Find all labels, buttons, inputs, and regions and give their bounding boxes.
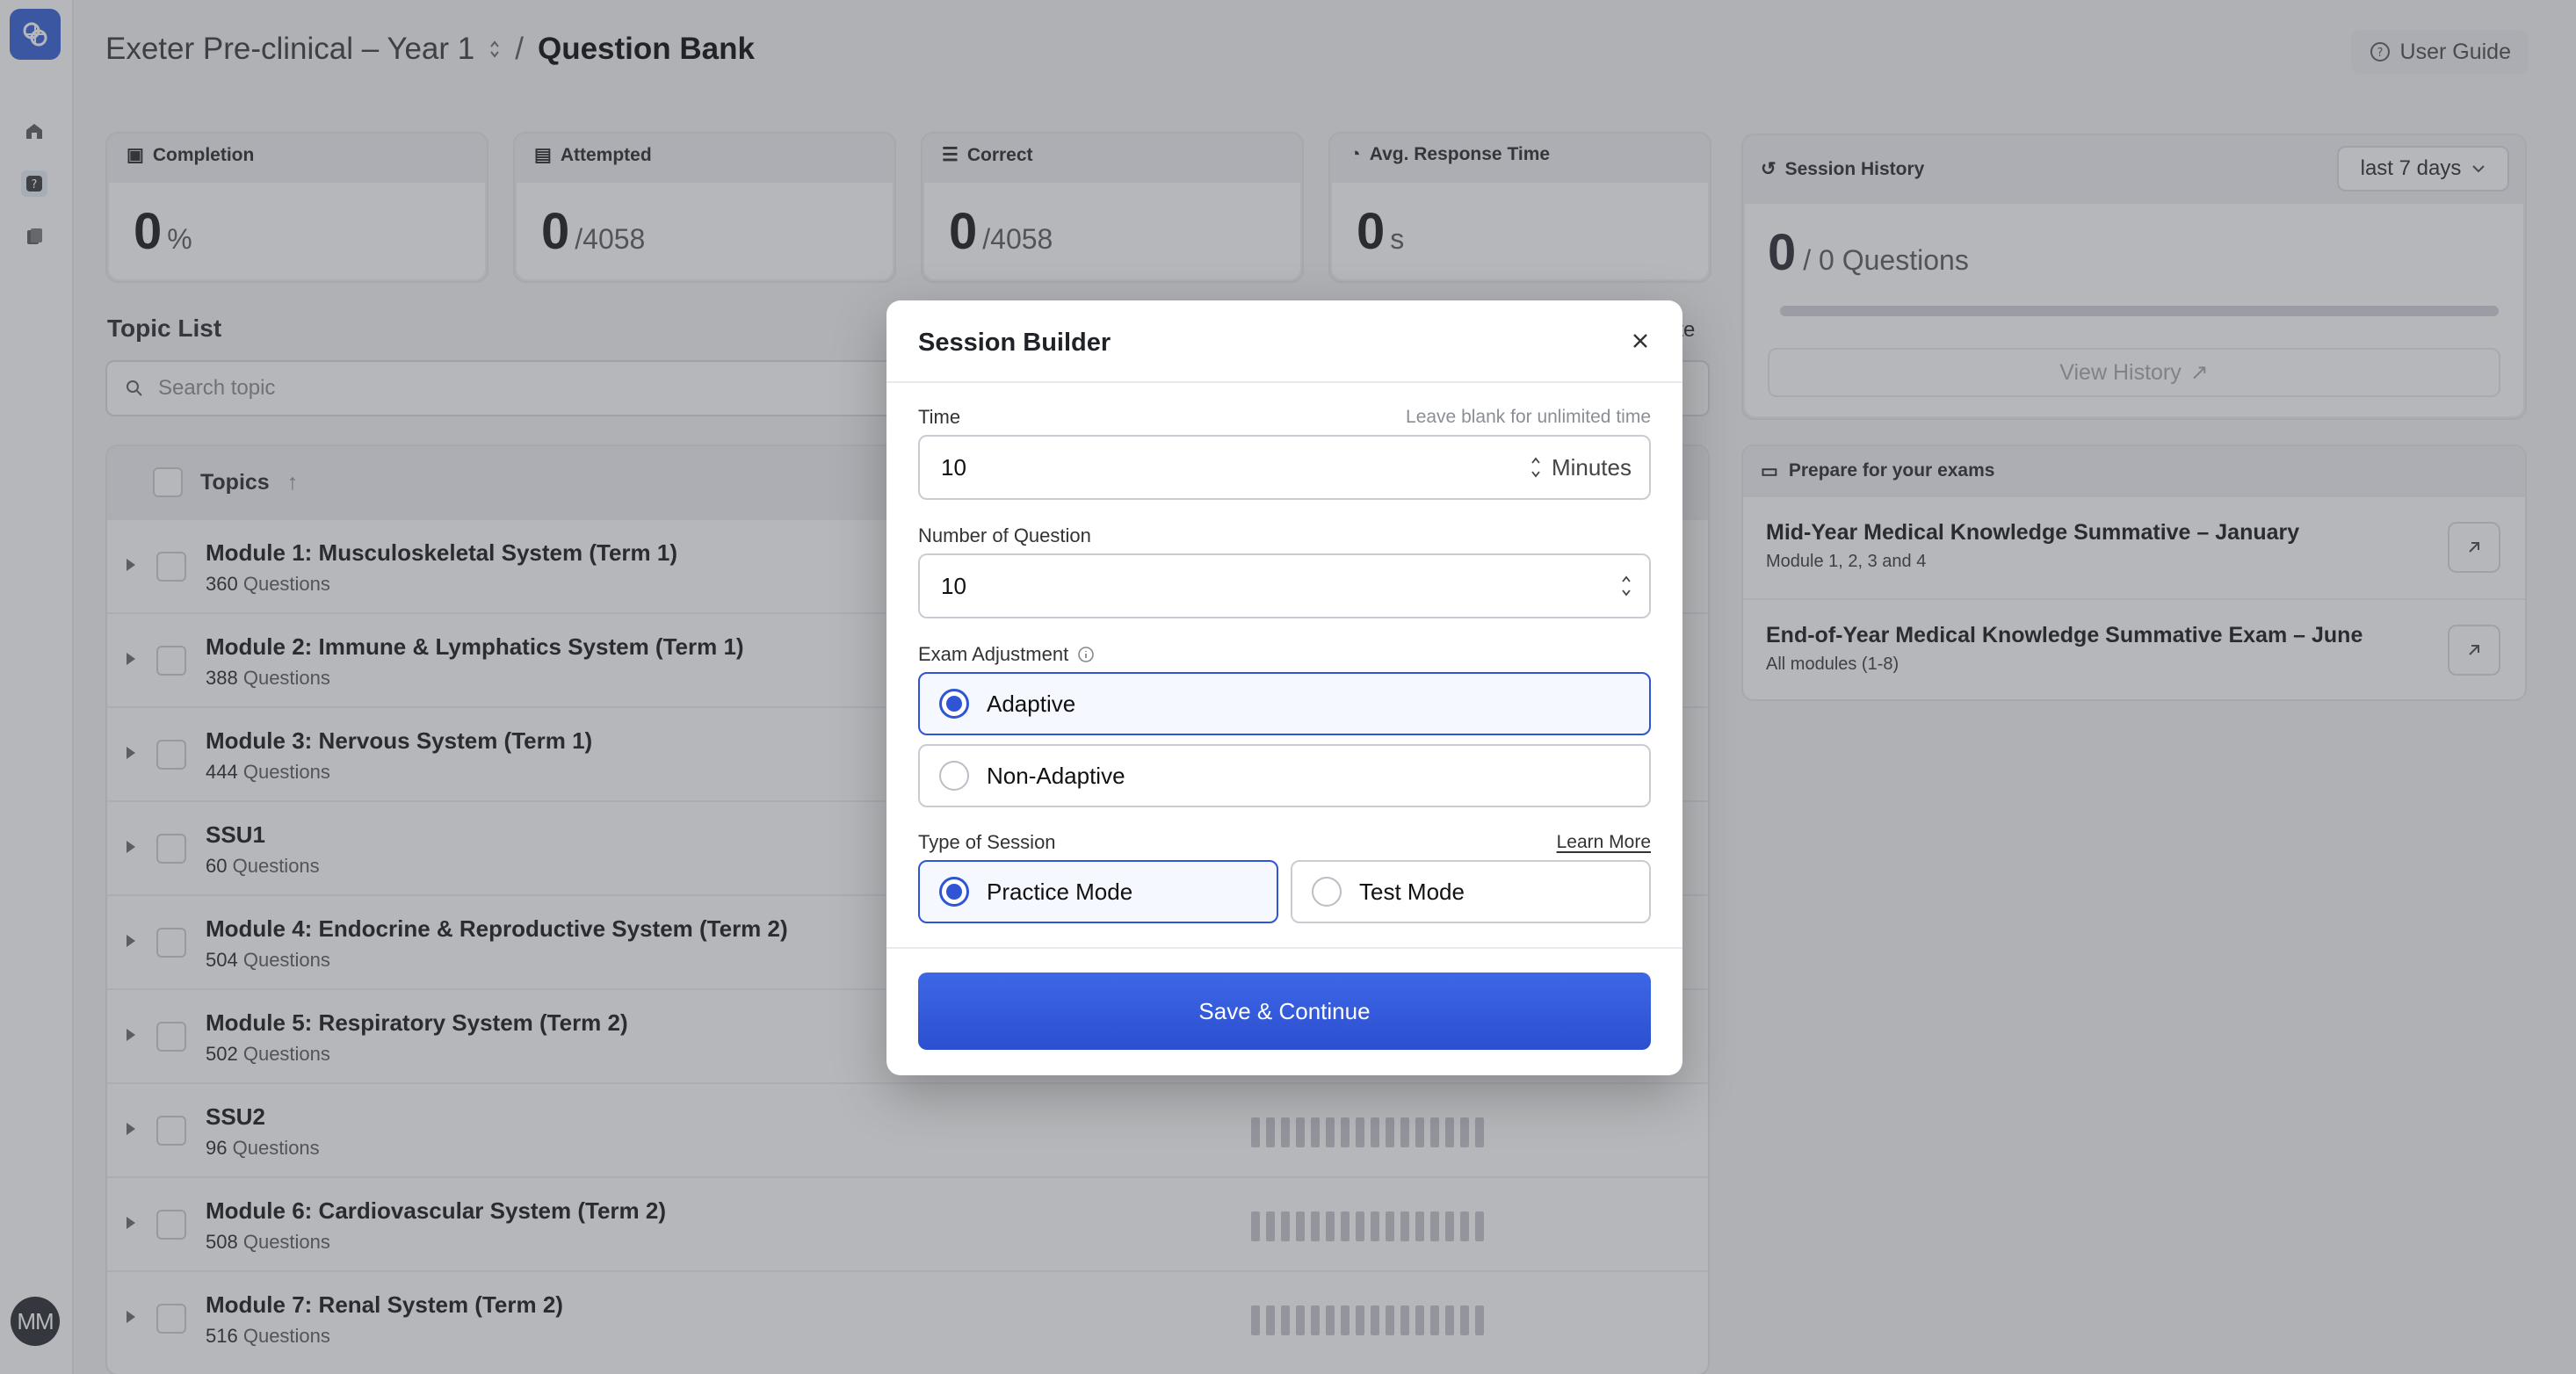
stepper-icon xyxy=(1531,457,1540,478)
questions-input[interactable] xyxy=(941,572,1621,600)
option-test-mode[interactable]: Test Mode xyxy=(1291,860,1651,923)
divider xyxy=(886,947,1682,949)
option-label: Practice Mode xyxy=(987,878,1133,905)
info-icon[interactable] xyxy=(1077,646,1095,663)
radio-adaptive[interactable] xyxy=(939,689,969,719)
option-non-adaptive[interactable]: Non-Adaptive xyxy=(918,744,1651,807)
session-type-label: Type of Session xyxy=(918,831,1056,853)
time-field[interactable]: Minutes xyxy=(918,435,1651,500)
save-continue-button[interactable]: Save & Continue xyxy=(918,973,1651,1050)
option-label: Test Mode xyxy=(1359,878,1465,905)
questions-stepper[interactable] xyxy=(1621,574,1632,598)
radio-practice-mode[interactable] xyxy=(939,877,969,907)
exam-adjustment-label: Exam Adjustment xyxy=(918,643,1069,665)
radio-test-mode[interactable] xyxy=(1312,877,1342,907)
radio-non-adaptive[interactable] xyxy=(939,761,969,791)
session-builder-modal: Session Builder Time Leave blank for unl… xyxy=(886,300,1682,1075)
time-label: Time xyxy=(918,406,961,428)
divider xyxy=(886,381,1682,383)
time-input[interactable] xyxy=(941,453,1530,481)
stepper-icon xyxy=(1622,575,1631,597)
close-icon xyxy=(1633,334,1647,348)
time-suffix: Minutes xyxy=(1551,453,1632,481)
exam-adjustment-label-row: Exam Adjustment xyxy=(918,643,1095,666)
time-stepper[interactable] xyxy=(1530,455,1541,480)
learn-more-link[interactable]: Learn More xyxy=(1557,832,1651,853)
close-button[interactable] xyxy=(1624,325,1656,357)
option-adaptive[interactable]: Adaptive xyxy=(918,672,1651,735)
option-label: Non-Adaptive xyxy=(987,762,1125,789)
time-hint: Leave blank for unlimited time xyxy=(1406,407,1651,427)
modal-title: Session Builder xyxy=(918,329,1111,357)
questions-field[interactable] xyxy=(918,553,1651,618)
option-practice-mode[interactable]: Practice Mode xyxy=(918,860,1278,923)
option-label: Adaptive xyxy=(987,690,1076,717)
questions-label: Number of Question xyxy=(918,524,1091,546)
